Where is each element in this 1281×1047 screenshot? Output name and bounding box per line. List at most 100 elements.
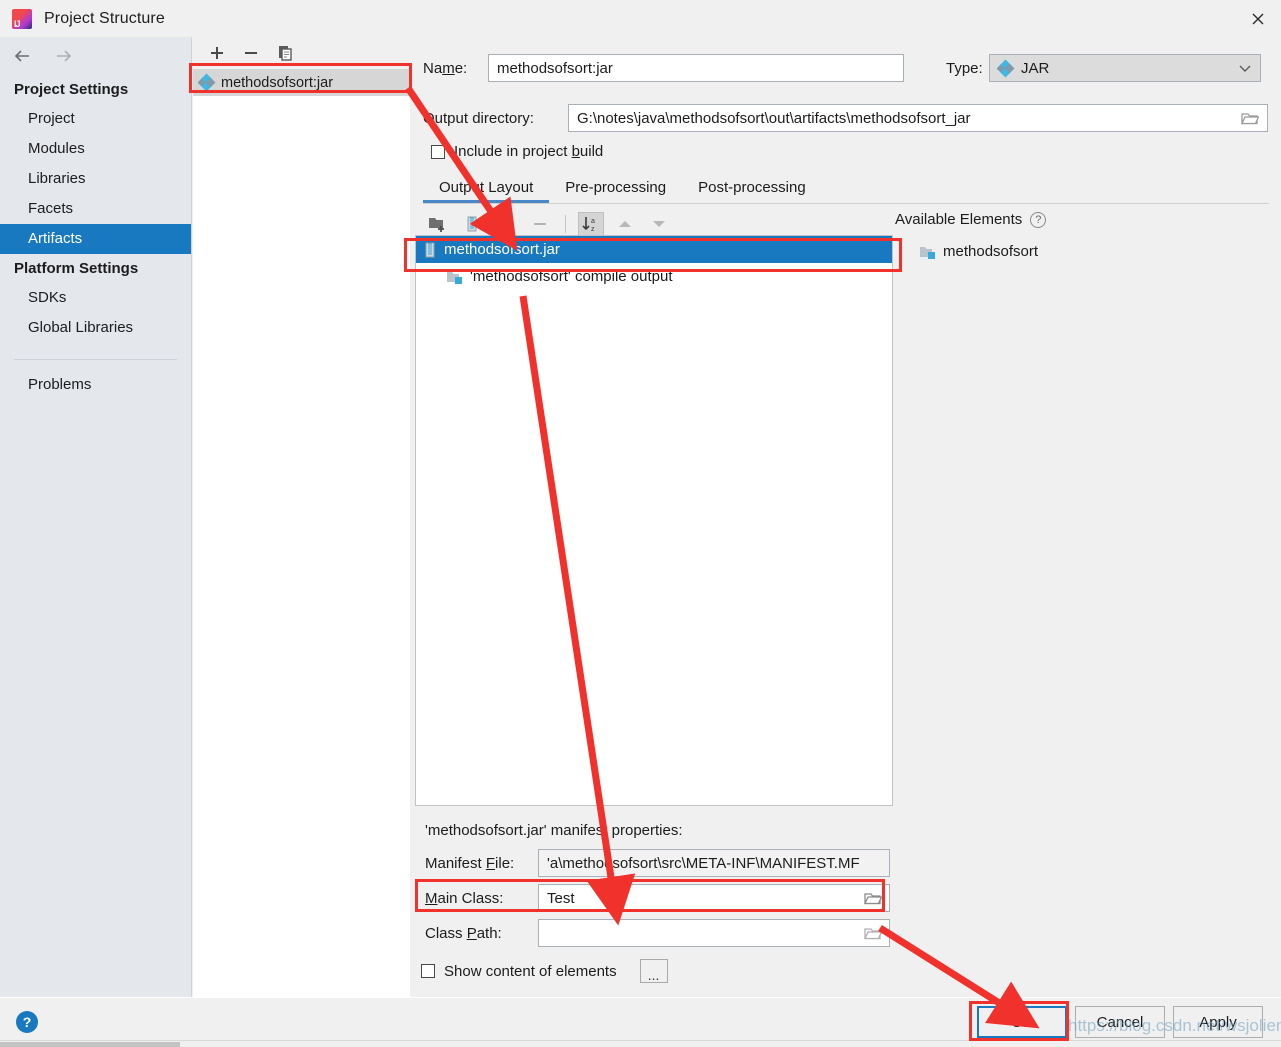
name-row: Name: methodsofsort:jar Type: JAR (423, 54, 1269, 82)
tree-row-label: methodsofsort.jar (444, 241, 560, 258)
svg-text:z: z (591, 226, 595, 233)
sidebar-item-facets[interactable]: Facets (0, 194, 191, 224)
manifest-title: 'methodsofsort.jar' manifest properties: (415, 808, 893, 849)
cancel-button[interactable]: Cancel (1075, 1006, 1165, 1038)
artifacts-toolbar (193, 37, 410, 69)
settings-sidebar: Project Settings Project Modules Librari… (0, 37, 192, 997)
main-class-row: Main Class: Test (415, 884, 893, 912)
include-in-build-checkbox[interactable]: Include in project build (431, 143, 603, 160)
list-item[interactable]: methodsofsort:jar (193, 69, 410, 96)
tab-post-processing[interactable]: Post-processing (682, 175, 822, 203)
available-elements-title: Available Elements (895, 211, 1022, 228)
manifest-file-row: Manifest File: 'a\methodsofsort\src\META… (415, 849, 893, 877)
class-path-label: Class Path: (425, 925, 538, 942)
ellipsis-button[interactable]: ... (640, 959, 668, 983)
sidebar-divider (14, 359, 177, 360)
tab-underline (423, 203, 1269, 204)
artifact-diamond-icon (199, 75, 214, 90)
svg-text:a: a (591, 218, 595, 225)
tab-strip: Output Layout Pre-processing Post-proces… (423, 175, 1269, 204)
horizontal-scrollbar[interactable] (0, 1040, 1281, 1047)
artifacts-list: methodsofsort:jar (193, 69, 410, 997)
tree-row[interactable]: 'methodsofsort' compile output (416, 263, 892, 290)
folder-icon[interactable] (864, 890, 882, 910)
sidebar-item-sdks[interactable]: SDKs (0, 283, 191, 313)
jar-icon (423, 242, 437, 258)
include-in-build-label: Include in project build (454, 143, 603, 160)
artifact-diamond-icon (998, 61, 1013, 76)
apply-button[interactable]: Apply (1173, 1006, 1263, 1038)
name-input[interactable]: methodsofsort:jar (488, 54, 904, 82)
output-directory-value: G:\notes\java\methodsofsort\out\artifact… (577, 110, 971, 127)
available-elements-list: methodsofsort (895, 238, 1277, 265)
manifest-file-value: 'a\methodsofsort\src\META-INF\MANIFEST.M… (547, 855, 860, 872)
tabs: Output Layout Pre-processing Post-proces… (423, 175, 1269, 203)
close-icon[interactable] (1235, 0, 1281, 37)
folder-icon[interactable] (864, 925, 882, 945)
artifacts-list-panel: methodsofsort:jar (193, 37, 410, 997)
artifact-label: methodsofsort:jar (221, 75, 333, 91)
type-select[interactable]: JAR (989, 54, 1261, 82)
sidebar-group-project-settings: Project Settings (0, 75, 191, 104)
add-archive-icon[interactable] (459, 212, 485, 236)
tree-row-label: 'methodsofsort' compile output (470, 268, 673, 285)
sort-alpha-icon[interactable]: a z (578, 212, 604, 236)
folder-icon[interactable] (1241, 110, 1259, 130)
sidebar-item-problems[interactable]: Problems (0, 370, 191, 400)
show-content-label: Show content of elements (444, 963, 617, 980)
manifest-file-input[interactable]: 'a\methodsofsort\src\META-INF\MANIFEST.M… (538, 849, 890, 877)
arrow-down-icon[interactable] (646, 212, 672, 236)
chevron-down-icon (1238, 60, 1252, 77)
class-path-row: Class Path: (415, 919, 893, 947)
type-label: Type: (946, 60, 989, 77)
module-folder-icon (919, 245, 936, 259)
tab-pre-processing[interactable]: Pre-processing (549, 175, 682, 203)
list-item[interactable]: methodsofsort (895, 238, 1277, 265)
project-structure-dialog: Project Structure Project Settings Proje… (0, 0, 1281, 1047)
sidebar-nav-arrows (0, 37, 191, 75)
copy-icon[interactable] (273, 41, 297, 65)
show-content-checkbox[interactable] (421, 964, 435, 978)
help-icon[interactable]: ? (16, 1011, 38, 1033)
sidebar-item-modules[interactable]: Modules (0, 134, 191, 164)
artifact-details-panel: Name: methodsofsort:jar Type: JAR Out (411, 37, 1281, 997)
output-directory-label: Output directory: (423, 110, 568, 127)
plus-icon[interactable] (205, 41, 229, 65)
main-class-input[interactable]: Test (538, 884, 890, 912)
arrow-left-icon[interactable] (12, 45, 34, 67)
sidebar-item-global-libraries[interactable]: Global Libraries (0, 313, 191, 343)
sidebar-item-project[interactable]: Project (0, 104, 191, 134)
title-bar: Project Structure (0, 0, 1281, 37)
sidebar-item-artifacts[interactable]: Artifacts (0, 224, 191, 254)
main-class-value: Test (547, 890, 575, 907)
ok-button[interactable]: OK (977, 1006, 1067, 1038)
type-select-value: JAR (1021, 60, 1049, 77)
class-path-input[interactable] (538, 919, 890, 947)
arrow-right-icon[interactable] (52, 45, 74, 67)
help-icon[interactable]: ? (1030, 212, 1046, 228)
minus-icon[interactable] (239, 41, 263, 65)
arrow-up-icon[interactable] (612, 212, 638, 236)
output-directory-input[interactable]: G:\notes\java\methodsofsort\out\artifact… (568, 104, 1268, 132)
checkbox-box (431, 145, 445, 159)
available-elements-panel: Available Elements ? methodsofsort (895, 211, 1277, 265)
available-element-label: methodsofsort (943, 243, 1038, 260)
window-title: Project Structure (44, 10, 165, 28)
tree-row[interactable]: methodsofsort.jar (416, 236, 892, 263)
add-directory-icon[interactable] (425, 212, 451, 236)
compile-output-folder-icon (446, 270, 463, 284)
plus-dropdown-icon[interactable] (493, 212, 519, 236)
show-content-row: Show content of elements ... (415, 959, 893, 983)
toolbar-divider (565, 215, 566, 233)
minus-icon[interactable] (527, 212, 553, 236)
name-input-value: methodsofsort:jar (497, 60, 613, 77)
output-layout-tree: methodsofsort.jar 'methodsofsort' compil… (415, 235, 893, 806)
manifest-properties-section: 'methodsofsort.jar' manifest properties:… (415, 808, 893, 993)
output-directory-row: Output directory: G:\notes\java\methodso… (423, 104, 1269, 132)
main-class-label: Main Class: (425, 890, 538, 907)
sidebar-group-platform-settings: Platform Settings (0, 254, 191, 283)
tab-output-layout[interactable]: Output Layout (423, 175, 549, 203)
sidebar-item-libraries[interactable]: Libraries (0, 164, 191, 194)
manifest-file-label: Manifest File: (425, 855, 538, 872)
name-label: Name: (423, 60, 488, 77)
